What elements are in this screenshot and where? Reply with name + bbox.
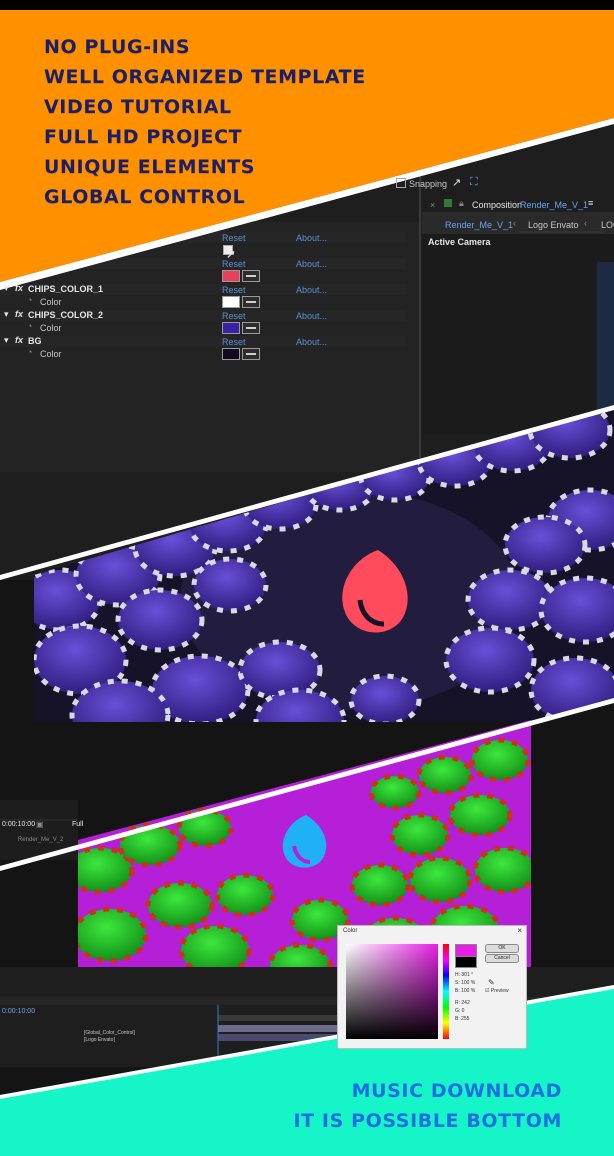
feature-video-tutorial: VIDEO TUTORIAL	[44, 96, 232, 118]
cancel-button[interactable]: Cancel	[485, 954, 519, 963]
fx-icon[interactable]: fx	[15, 283, 23, 293]
old-color-preview	[455, 956, 477, 968]
composition-header: Composition	[472, 200, 523, 210]
color-swatch-purple[interactable]	[222, 322, 240, 334]
about-link-3[interactable]: About...	[296, 311, 327, 321]
saturation-brightness-field[interactable]	[346, 944, 438, 1039]
effect-name-bg: BG	[28, 336, 42, 346]
music-download-text: MUSIC DOWNLOAD	[351, 1080, 562, 1102]
feature-global-control: GLOBAL CONTROL	[44, 186, 246, 208]
tab-render-me-v-1[interactable]: Render_Me_V_1	[445, 220, 513, 230]
field-s[interactable]: S: 100 %	[455, 980, 475, 986]
timeline-time[interactable]: 0:00:10:00	[2, 1008, 35, 1015]
feature-full-hd: FULL HD PROJECT	[44, 126, 243, 148]
twirl-down-icon[interactable]: ▾	[4, 283, 9, 294]
reset-link-1[interactable]: Reset	[222, 259, 246, 269]
property-color-1: Color	[40, 297, 62, 307]
composition-menu-icon[interactable]: ≡	[588, 198, 593, 208]
snapping-toggle[interactable]: Snapping	[396, 178, 447, 189]
effect-name-chips-color-2: CHIPS_COLOR_2	[28, 310, 104, 320]
color-swatch-dark[interactable]	[222, 348, 240, 360]
lock-icon[interactable]: 🔒︎	[459, 198, 464, 209]
about-link-4[interactable]: About...	[296, 337, 327, 347]
viewer-time[interactable]: 0:00:10:00	[2, 821, 35, 828]
preview-checkbox[interactable]: ☑ Preview	[485, 988, 509, 994]
field-h[interactable]: H: 301 °	[455, 972, 473, 978]
comp-tab[interactable]: Render_Me_V_2	[18, 837, 63, 843]
bottom-note-text: IT IS POSSIBLE BOTTOM	[293, 1110, 562, 1132]
fx-icon[interactable]: fx	[15, 335, 23, 345]
property-color-2: Color	[40, 323, 62, 333]
reset-link-2[interactable]: Reset	[222, 285, 246, 295]
resolution-select[interactable]: Full	[72, 821, 83, 828]
property-color-bg: Color	[40, 349, 62, 359]
color-picker-dialog: Color × OK Cancel ✎ ☑ Preview H: 301 ° S…	[337, 925, 527, 1049]
tab-arrow-left-icon[interactable]: ‹	[513, 218, 516, 228]
about-link-0[interactable]: About...	[296, 233, 327, 243]
eyedropper-icon[interactable]: ✎	[488, 978, 495, 987]
field-g[interactable]: G: 0	[455, 1008, 464, 1014]
stopwatch-icon[interactable]: ◔	[27, 295, 32, 305]
about-link-2[interactable]: About...	[296, 285, 327, 295]
effect-name-chips-color-1: CHIPS_COLOR_1	[28, 284, 104, 294]
snapping-checkbox[interactable]	[396, 178, 406, 188]
feature-no-plugins: NO PLUG-INS	[44, 36, 191, 58]
stopwatch-icon[interactable]: ◔	[27, 347, 32, 357]
stopwatch-icon[interactable]: ◔	[27, 321, 32, 331]
hue-slider[interactable]	[443, 944, 449, 1039]
field-r[interactable]: R: 242	[455, 1000, 470, 1006]
layer-logo-envato[interactable]: [Logo Envato]	[84, 1037, 115, 1043]
panel-close-icon[interactable]: ×	[430, 200, 435, 210]
active-camera-label: Active Camera	[428, 237, 491, 247]
snapping-label: Snapping	[409, 179, 448, 189]
reset-link-0[interactable]: Reset	[222, 233, 246, 243]
reset-link-3[interactable]: Reset	[222, 311, 246, 321]
eyedropper-icon[interactable]	[242, 270, 260, 282]
tab-logo-envato[interactable]: Logo Envato	[528, 220, 579, 230]
camera-icon[interactable]: ▣	[36, 820, 44, 829]
twirl-down-icon[interactable]: ▾	[4, 309, 9, 320]
eyedropper-icon[interactable]	[242, 296, 260, 308]
eyedropper-icon[interactable]	[242, 348, 260, 360]
preview-label: Preview	[490, 988, 509, 994]
field-b[interactable]: B: 100 %	[455, 988, 475, 994]
tab-arrow-right-icon[interactable]: ‹	[584, 218, 587, 228]
color-swatch-white[interactable]	[222, 296, 240, 308]
snapping-arrow-icon[interactable]: ↗	[452, 176, 461, 189]
composition-name[interactable]: Render_Me_V_1	[520, 200, 588, 210]
composition-icon	[444, 199, 452, 207]
feature-unique-elements: UNIQUE ELEMENTS	[44, 156, 256, 178]
close-icon[interactable]: ×	[517, 926, 522, 935]
feature-well-organized: WELL ORGANIZED TEMPLATE	[44, 66, 366, 88]
reset-link-4[interactable]: Reset	[222, 337, 246, 347]
expand-icon[interactable]: ⛶	[470, 176, 478, 189]
color-swatch-red[interactable]	[222, 270, 240, 282]
fx-icon[interactable]: fx	[15, 309, 23, 319]
layer-global-color-control[interactable]: [Global_Color_Control]	[84, 1030, 135, 1036]
ok-button[interactable]: OK	[485, 944, 519, 953]
field-b-rgb[interactable]: B: 255	[455, 1016, 469, 1022]
twirl-down-icon[interactable]: ▾	[4, 335, 9, 346]
tab-log[interactable]: LOG	[601, 220, 614, 230]
about-link-1[interactable]: About...	[296, 259, 327, 269]
dialog-title: Color	[343, 928, 358, 934]
eyedropper-icon[interactable]	[242, 322, 260, 334]
